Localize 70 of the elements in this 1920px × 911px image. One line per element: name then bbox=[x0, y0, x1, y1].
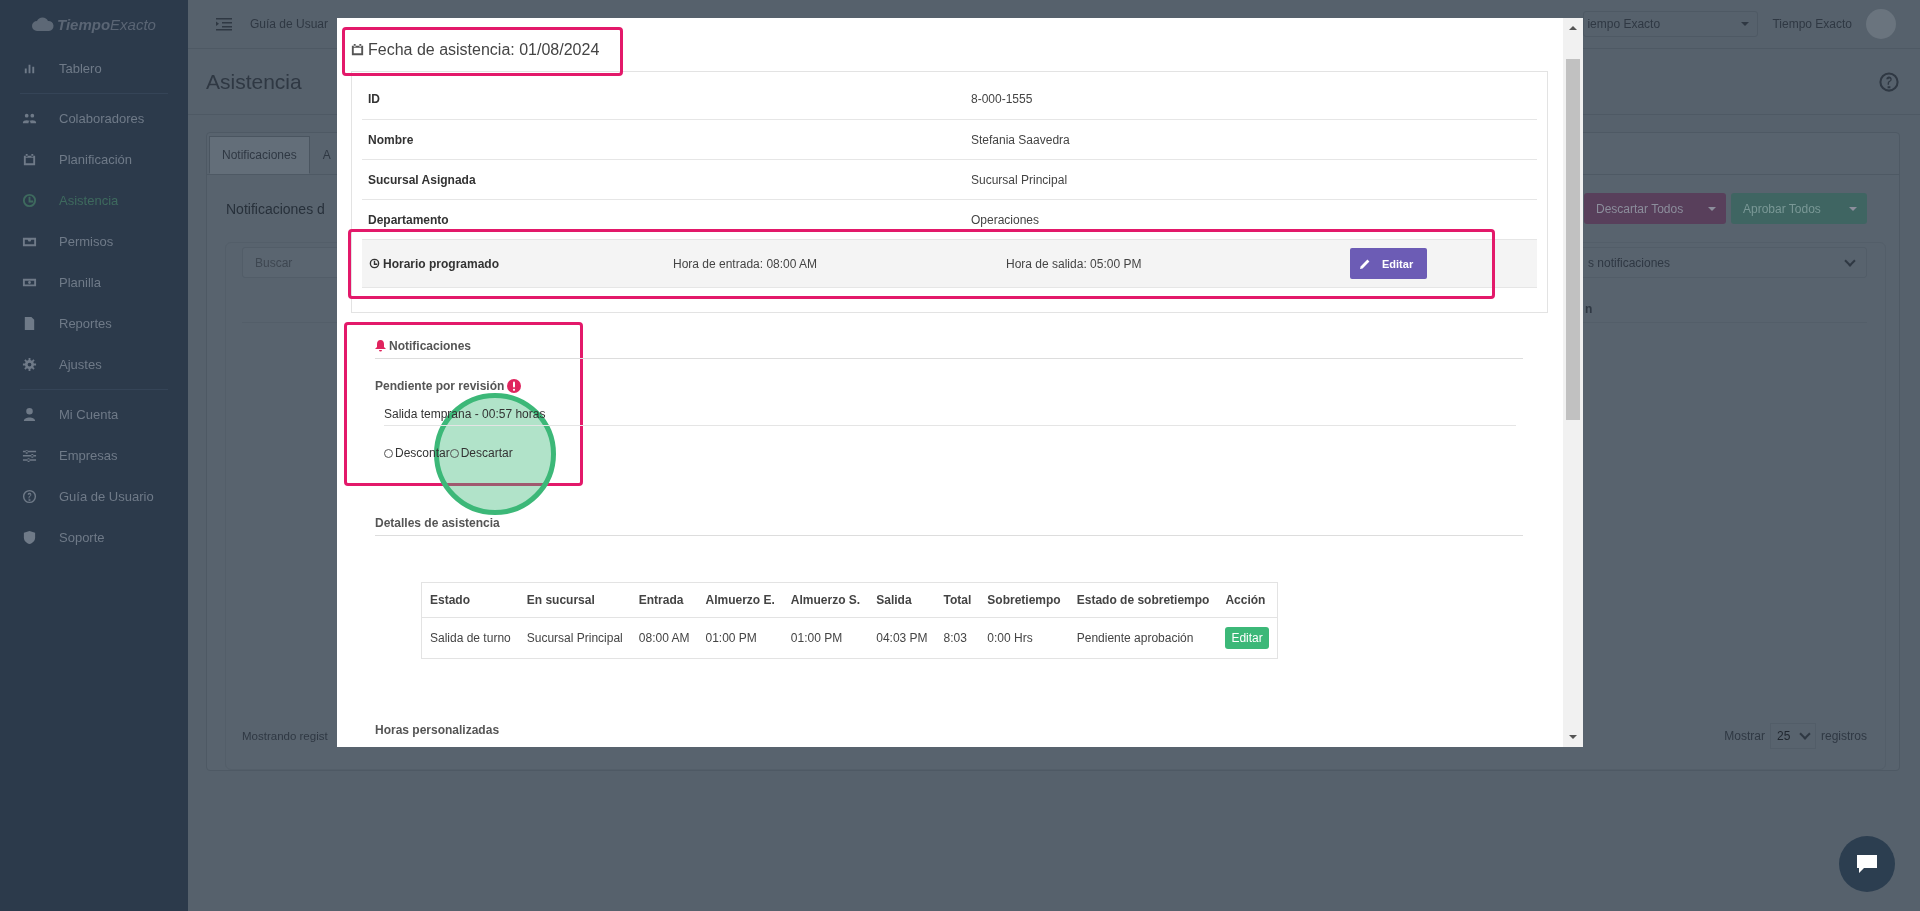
field-value: Stefania Saavedra bbox=[971, 132, 1071, 147]
edit-button[interactable]: Editar bbox=[1225, 627, 1269, 649]
field-value: Sucursal Principal bbox=[971, 172, 1069, 187]
modal-title: Fecha de asistencia: 01/08/2024 bbox=[368, 40, 600, 59]
field-label: Sucursal Asignada bbox=[368, 172, 477, 187]
calendar-icon bbox=[350, 42, 365, 57]
table-cell: Pendiente aprobación bbox=[1068, 617, 1218, 659]
field-value: Operaciones bbox=[971, 212, 1041, 227]
field-label: ID bbox=[368, 91, 381, 106]
edit-button[interactable]: Editar bbox=[1350, 248, 1427, 279]
menu-icon[interactable] bbox=[216, 17, 232, 31]
field-label: Nombre bbox=[368, 132, 415, 147]
sidebar-item[interactable]: Ajustes bbox=[0, 344, 188, 385]
help-icon bbox=[22, 489, 37, 504]
clock-icon bbox=[369, 258, 380, 269]
bell-icon bbox=[375, 340, 386, 352]
shield-icon bbox=[22, 530, 37, 545]
column-header: Entrada bbox=[630, 582, 698, 618]
table-cell: 0:00 Hrs bbox=[979, 617, 1069, 659]
table-cell: Salida de turno bbox=[421, 617, 519, 659]
column-header: Acción bbox=[1217, 582, 1278, 618]
page-size-select[interactable]: 25 bbox=[1770, 723, 1816, 749]
column-header: Sobretiempo bbox=[979, 582, 1069, 618]
discard-all-button[interactable]: Descartar Todos bbox=[1584, 193, 1726, 224]
column-header: Estado bbox=[421, 582, 519, 618]
field-value: 8-000-1555 bbox=[971, 91, 1034, 106]
column-header: Salida bbox=[868, 582, 936, 618]
user-icon bbox=[22, 407, 37, 422]
status-label: Pendiente por revisión bbox=[375, 379, 505, 393]
pencil-icon bbox=[1360, 258, 1370, 269]
field-label: Departamento bbox=[368, 212, 450, 227]
sidebar-item[interactable]: Reportes bbox=[0, 303, 188, 344]
radio-option[interactable]: Descartar bbox=[449, 446, 513, 460]
table-cell: 8:03 bbox=[935, 617, 980, 659]
schedule-label: Horario programado bbox=[383, 256, 499, 271]
table-cell: 01:00 PM bbox=[697, 617, 783, 659]
column-header: Estado de sobretiempo bbox=[1068, 582, 1218, 618]
sidebar-item[interactable]: Guía de Usuario bbox=[0, 476, 188, 517]
column-header: Almuerzo E. bbox=[697, 582, 783, 618]
calendar-icon bbox=[22, 152, 37, 167]
table-cell: 08:00 AM bbox=[630, 617, 698, 659]
sidebar-item[interactable]: Colaboradores bbox=[0, 98, 188, 139]
gear-icon bbox=[22, 357, 37, 372]
scrollbar[interactable] bbox=[1563, 18, 1583, 747]
sidebar-item[interactable]: Planificación bbox=[0, 139, 188, 180]
column-header: En sucursal bbox=[518, 582, 631, 618]
sidebar-item[interactable]: Mi Cuenta bbox=[0, 394, 188, 435]
sidebar-item[interactable]: Tablero bbox=[0, 48, 188, 89]
file-icon bbox=[22, 316, 37, 331]
users-icon bbox=[22, 111, 37, 126]
approve-all-button[interactable]: Aprobar Todos bbox=[1731, 193, 1867, 224]
column-header: Almuerzo S. bbox=[782, 582, 869, 618]
alert-icon bbox=[507, 379, 522, 393]
sidebar-item[interactable]: Permisos bbox=[0, 221, 188, 262]
table-cell: Sucursal Principal bbox=[518, 617, 631, 659]
clock-icon bbox=[22, 193, 37, 208]
table-cell: 01:00 PM bbox=[782, 617, 869, 659]
speech-bubble-icon bbox=[1856, 854, 1878, 874]
sidebar-item[interactable]: Empresas bbox=[0, 435, 188, 476]
start-time: Hora de entrada: 08:00 AM bbox=[673, 256, 819, 271]
section-heading: Detalles de asistencia bbox=[375, 516, 500, 530]
section-heading: Horas personalizadas bbox=[375, 723, 500, 737]
sidebar-item[interactable]: Soporte bbox=[0, 517, 188, 558]
help-icon[interactable] bbox=[1878, 70, 1900, 93]
sidebar-item[interactable]: Planilla bbox=[0, 262, 188, 303]
table-cell: 04:03 PM bbox=[868, 617, 936, 659]
section-heading: Notificaciones bbox=[389, 339, 472, 353]
column-header: Total bbox=[935, 582, 980, 618]
sliders-icon bbox=[22, 448, 37, 463]
end-time: Hora de salida: 05:00 PM bbox=[1006, 256, 1143, 271]
